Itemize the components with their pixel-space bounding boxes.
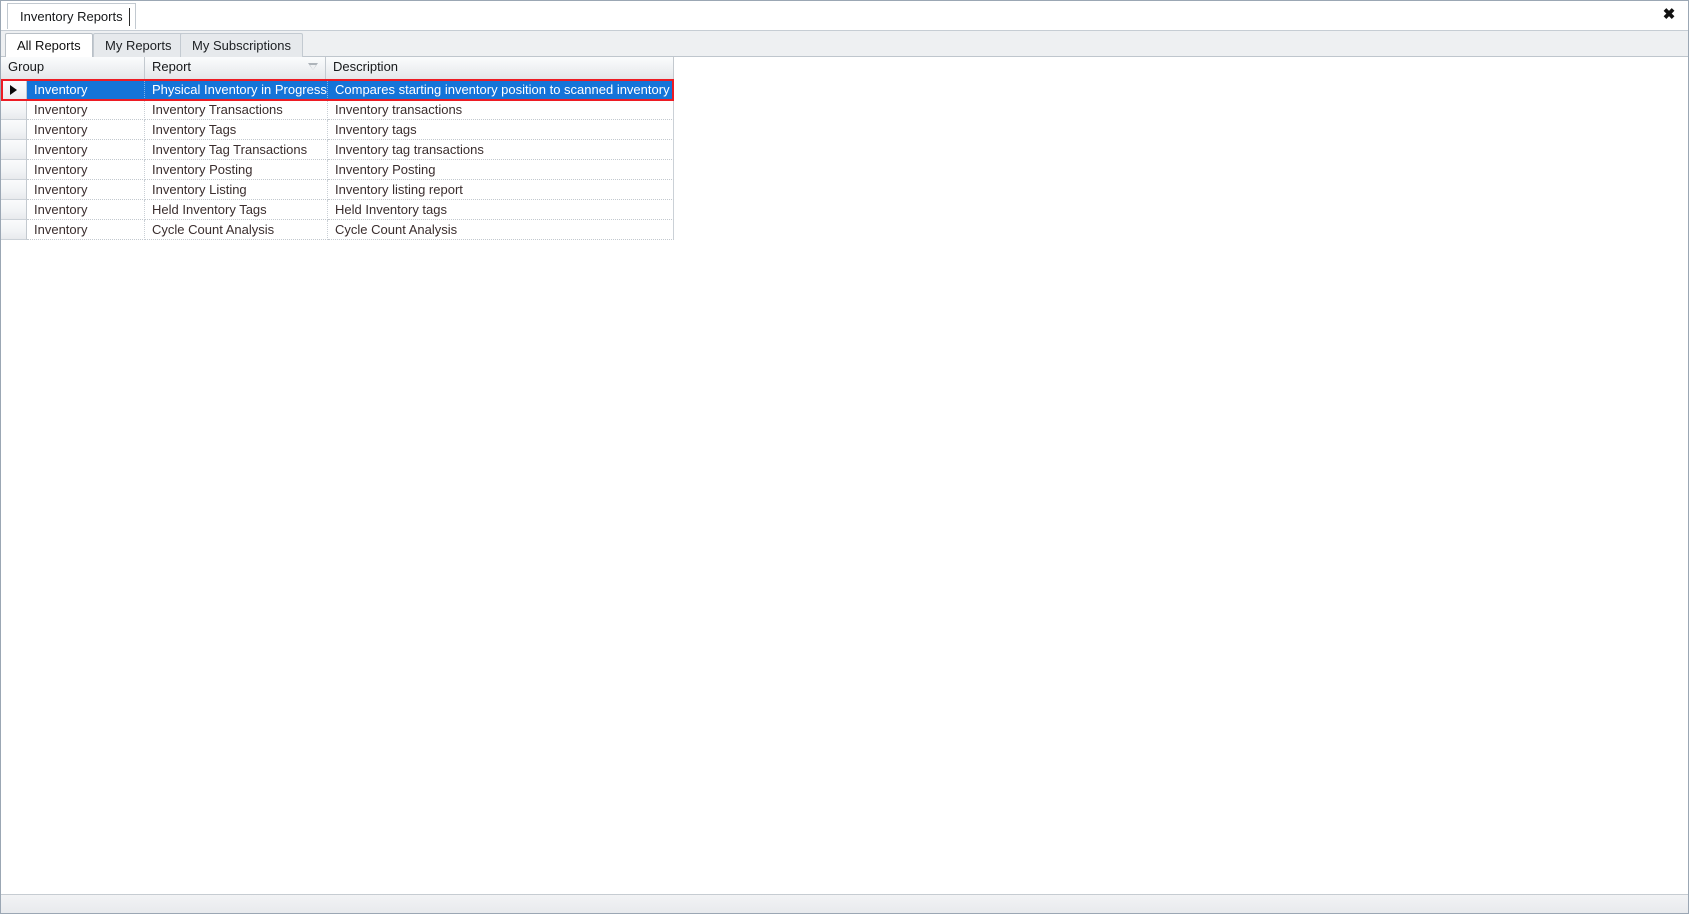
table-row[interactable]: Inventory Held Inventory Tags Held Inven… <box>1 200 674 220</box>
table-row[interactable]: Inventory Inventory Transactions Invento… <box>1 100 674 120</box>
cell-report: Inventory Posting <box>145 160 328 180</box>
cell-description: Inventory transactions <box>328 100 674 120</box>
cell-description: Compares starting inventory position to … <box>328 80 674 100</box>
tab-all-reports[interactable]: All Reports <box>5 33 93 57</box>
cell-report: Inventory Tags <box>145 120 328 140</box>
cell-group: Inventory <box>27 200 145 220</box>
cell-description: Cycle Count Analysis <box>328 220 674 240</box>
row-header-selector[interactable] <box>1 80 27 100</box>
cell-group: Inventory <box>27 100 145 120</box>
table-row[interactable]: Inventory Physical Inventory in Progress… <box>1 80 674 100</box>
cell-group: Inventory <box>27 140 145 160</box>
grid-header-row: Group Report Description <box>1 57 674 80</box>
cell-report: Inventory Listing <box>145 180 328 200</box>
grid-body: Inventory Physical Inventory in Progress… <box>1 80 674 240</box>
status-bar <box>1 894 1688 913</box>
report-tab-strip: All Reports My Reports My Subscriptions <box>1 31 1688 57</box>
tab-caret-separator <box>129 8 130 26</box>
close-icon[interactable]: ✖ <box>1658 4 1680 26</box>
table-row[interactable]: Inventory Inventory Tags Inventory tags <box>1 120 674 140</box>
tab-my-subscriptions[interactable]: My Subscriptions <box>180 33 303 57</box>
document-tab-bar: Inventory Reports ✖ <box>1 1 1688 31</box>
cell-report: Inventory Tag Transactions <box>145 140 328 160</box>
cell-description: Held Inventory tags <box>328 200 674 220</box>
cell-report: Held Inventory Tags <box>145 200 328 220</box>
column-header-description[interactable]: Description <box>326 57 674 79</box>
table-row[interactable]: Inventory Inventory Tag Transactions Inv… <box>1 140 674 160</box>
row-header-selector[interactable] <box>1 160 27 180</box>
row-header-selector[interactable] <box>1 120 27 140</box>
column-header-group[interactable]: Group <box>1 57 145 79</box>
cell-description: Inventory Posting <box>328 160 674 180</box>
cell-group: Inventory <box>27 180 145 200</box>
cell-group: Inventory <box>27 220 145 240</box>
row-header-selector[interactable] <box>1 140 27 160</box>
cell-report: Cycle Count Analysis <box>145 220 328 240</box>
cell-description: Inventory listing report <box>328 180 674 200</box>
cell-group: Inventory <box>27 160 145 180</box>
resize-grip-icon[interactable] <box>1673 899 1685 911</box>
cell-description: Inventory tags <box>328 120 674 140</box>
table-row[interactable]: Inventory Inventory Posting Inventory Po… <box>1 160 674 180</box>
row-header-selector[interactable] <box>1 200 27 220</box>
cell-report: Physical Inventory in Progress <box>145 80 328 100</box>
cell-report: Inventory Transactions <box>145 100 328 120</box>
table-row[interactable]: Inventory Cycle Count Analysis Cycle Cou… <box>1 220 674 240</box>
column-header-report-label: Report <box>152 59 192 74</box>
table-row[interactable]: Inventory Inventory Listing Inventory li… <box>1 180 674 200</box>
reports-grid: Group Report Description Inventory Physi… <box>1 57 674 240</box>
column-header-report[interactable]: Report <box>145 57 326 79</box>
inventory-reports-window: Inventory Reports ✖ All Reports My Repor… <box>0 0 1689 914</box>
tab-my-reports[interactable]: My Reports <box>93 33 184 57</box>
reports-grid-area: Group Report Description Inventory Physi… <box>1 57 1688 894</box>
row-header-selector[interactable] <box>1 180 27 200</box>
current-row-arrow-icon <box>10 85 17 95</box>
row-header-selector[interactable] <box>1 220 27 240</box>
cell-group: Inventory <box>27 120 145 140</box>
cell-group: Inventory <box>27 80 145 100</box>
cell-description: Inventory tag transactions <box>328 140 674 160</box>
sort-descending-icon <box>308 63 318 70</box>
document-tab-inventory-reports[interactable]: Inventory Reports <box>7 3 136 29</box>
row-header-selector[interactable] <box>1 100 27 120</box>
